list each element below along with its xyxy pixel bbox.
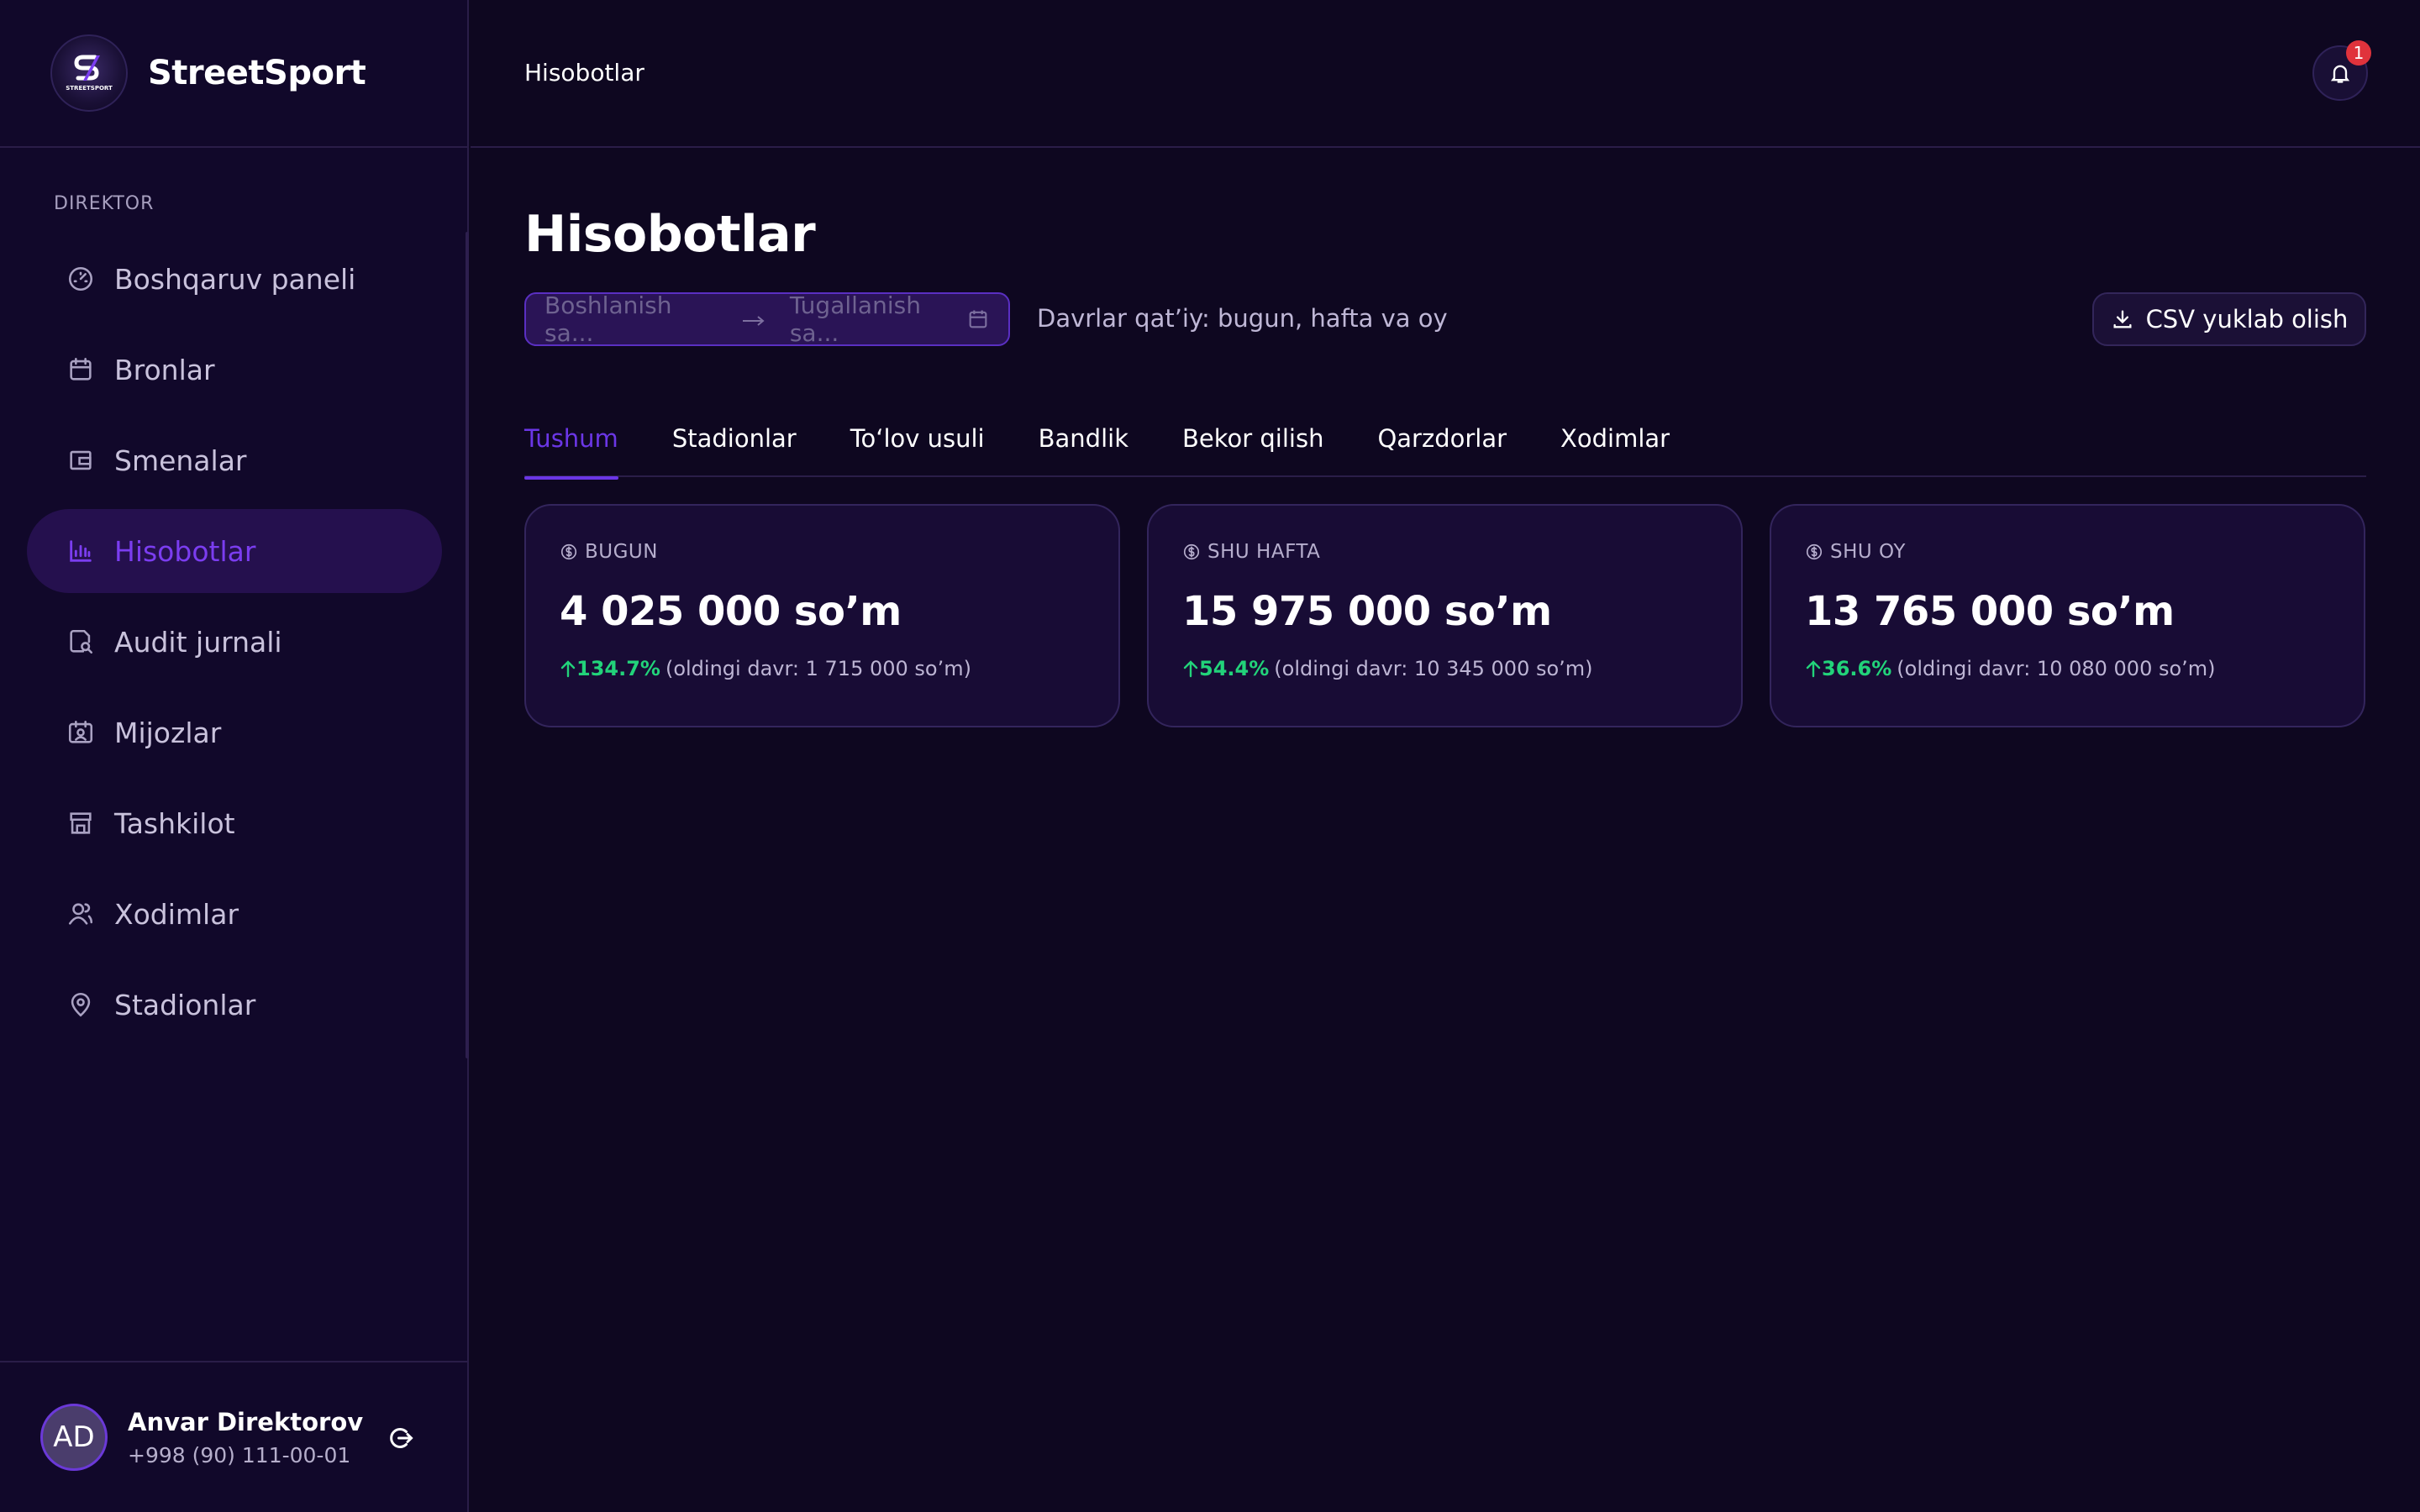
notification-badge: 1 — [2346, 40, 2371, 66]
card-label: SHU HAFTA — [1182, 541, 1707, 563]
avatar[interactable]: AD — [40, 1404, 108, 1471]
arrow-right-icon — [741, 306, 766, 333]
sidebar-item-bronlar[interactable]: Bronlar — [27, 328, 442, 412]
card-delta: 134.7% (oldingi davr: 1 715 000 so’m) — [560, 657, 1085, 680]
user-phone: +998 (90) 111-00-01 — [128, 1442, 351, 1467]
sidebar-item-label: Boshqaruv paneli — [114, 262, 356, 296]
delta-up: 134.7% — [560, 657, 660, 680]
calendar-user-icon — [64, 716, 97, 749]
card-label-text: BUGUN — [585, 541, 658, 563]
sidebar-item-label: Xodimlar — [114, 897, 239, 931]
page-title: Hisobotlar — [524, 205, 816, 264]
bell-icon — [2328, 61, 2352, 85]
notifications-button[interactable]: 1 — [2312, 40, 2371, 101]
revenue-cards: BUGUN 4 025 000 so’m 134.7% (oldingi dav… — [524, 504, 2365, 727]
card-delta: 54.4% (oldingi davr: 10 345 000 so’m) — [1182, 657, 1707, 680]
end-date-input[interactable]: Tugallanish sa... — [790, 291, 966, 347]
dollar-coin-icon — [1805, 543, 1823, 561]
sidebar-scrollbar[interactable] — [466, 232, 469, 1058]
card-value: 13 765 000 so’m — [1805, 588, 2175, 635]
dashboard-gauge-icon — [64, 262, 97, 296]
topbar: Hisobotlar 1 — [471, 0, 2420, 148]
sidebar-item-xodimlar[interactable]: Xodimlar — [27, 872, 442, 956]
previous-period: (oldingi davr: 10 080 000 so’m) — [1897, 657, 2216, 680]
sidebar-item-label: Stadionlar — [114, 988, 256, 1021]
sidebar-item-tashkilot[interactable]: Tashkilot — [27, 781, 442, 865]
revenue-card-today: BUGUN 4 025 000 so’m 134.7% (oldingi dav… — [524, 504, 1120, 727]
tab-xodimlar[interactable]: Xodimlar — [1560, 400, 1670, 477]
period-note: Davrlar qat’iy: bugun, hafta va oy — [1037, 304, 1448, 333]
download-icon — [2111, 307, 2134, 331]
dollar-coin-icon — [1182, 543, 1201, 561]
arrow-up-icon — [1806, 660, 1821, 678]
wallet-icon — [64, 444, 97, 477]
card-label-text: SHU OY — [1830, 541, 1906, 563]
sidebar-item-boshqaruv-paneli[interactable]: Boshqaruv paneli — [27, 237, 442, 321]
sidebar-item-label: Mijozlar — [114, 716, 222, 749]
tab-bandlik[interactable]: Bandlik — [1039, 400, 1128, 477]
logout-icon[interactable] — [385, 1423, 415, 1453]
sidebar-item-label: Audit jurnali — [114, 625, 282, 659]
revenue-card-month: SHU OY 13 765 000 so’m 36.6% (oldingi da… — [1770, 504, 2365, 727]
breadcrumb: Hisobotlar — [524, 59, 644, 87]
tab-bekor-qilish[interactable]: Bekor qilish — [1182, 400, 1323, 477]
csv-download-button[interactable]: CSV yuklab olish — [2092, 292, 2366, 346]
delta-up: 54.4% — [1182, 657, 1269, 680]
sidebar-item-label: Tashkilot — [114, 806, 235, 840]
sidebar-item-audit-jurnali[interactable]: Audit jurnali — [27, 600, 442, 684]
delta-percent: 54.4% — [1199, 657, 1270, 680]
sidebar-item-label: Hisobotlar — [114, 534, 256, 568]
arrow-up-icon — [1183, 660, 1198, 678]
sidebar-item-mijozlar[interactable]: Mijozlar — [27, 690, 442, 774]
tab-tushum[interactable]: Tushum — [524, 400, 618, 480]
card-value: 4 025 000 so’m — [560, 588, 902, 635]
revenue-card-week: SHU HAFTA 15 975 000 so’m 54.4% (oldingi… — [1147, 504, 1743, 727]
brand-logo[interactable]: STREETSPORT — [50, 34, 128, 112]
user-name: Anvar Direktorov — [128, 1407, 364, 1436]
sidebar-item-label: Bronlar — [114, 353, 215, 386]
report-tabs: Tushum Stadionlar To‘lov usuli Bandlik B… — [524, 400, 2366, 480]
delta-percent: 134.7% — [576, 657, 660, 680]
date-range-picker[interactable]: Boshlanish sa... Tugallanish sa... — [524, 291, 1010, 347]
previous-period: (oldingi davr: 10 345 000 so’m) — [1274, 657, 1593, 680]
tab-tolov-usuli[interactable]: To‘lov usuli — [850, 400, 985, 477]
card-label-text: SHU HAFTA — [1207, 541, 1321, 563]
calendar-icon — [64, 353, 97, 386]
sidebar-item-hisobotlar[interactable]: Hisobotlar — [27, 509, 442, 593]
store-icon — [64, 806, 97, 840]
start-date-input[interactable]: Boshlanish sa... — [544, 291, 718, 347]
user-panel: AD Anvar Direktorov +998 (90) 111-00-01 — [0, 1361, 467, 1512]
document-search-icon — [64, 625, 97, 659]
tab-stadionlar[interactable]: Stadionlar — [672, 400, 797, 477]
calendar-icon — [966, 307, 990, 331]
sidebar-header: STREETSPORT StreetSport — [0, 0, 467, 148]
tab-qarzdorlar[interactable]: Qarzdorlar — [1377, 400, 1507, 477]
user-info: Anvar Direktorov +998 (90) 111-00-01 — [128, 1408, 363, 1467]
sidebar-nav: Boshqaruv paneli Bronlar Smenalar Hisobo… — [27, 237, 442, 1053]
previous-period: (oldingi davr: 1 715 000 so’m) — [665, 657, 971, 680]
card-label: BUGUN — [560, 541, 1085, 563]
csv-download-label: CSV yuklab olish — [2145, 305, 2349, 333]
sidebar: STREETSPORT StreetSport DIREKTOR Boshqar… — [0, 0, 469, 1512]
card-delta: 36.6% (oldingi davr: 10 080 000 so’m) — [1805, 657, 2330, 680]
map-pin-icon — [64, 988, 97, 1021]
sidebar-item-label: Smenalar — [114, 444, 247, 477]
brand-name: StreetSport — [148, 54, 366, 92]
card-value: 15 975 000 so’m — [1182, 588, 1552, 635]
svg-text:STREETSPORT: STREETSPORT — [66, 85, 113, 92]
card-label: SHU OY — [1805, 541, 2330, 563]
bar-chart-icon — [64, 534, 97, 568]
dollar-coin-icon — [560, 543, 578, 561]
arrow-up-icon — [560, 660, 576, 678]
sidebar-item-smenalar[interactable]: Smenalar — [27, 418, 442, 502]
sidebar-item-stadionlar[interactable]: Stadionlar — [27, 963, 442, 1047]
delta-percent: 36.6% — [1822, 657, 1892, 680]
delta-up: 36.6% — [1805, 657, 1891, 680]
sidebar-section-label: DIREKTOR — [54, 193, 155, 214]
users-icon — [64, 897, 97, 931]
